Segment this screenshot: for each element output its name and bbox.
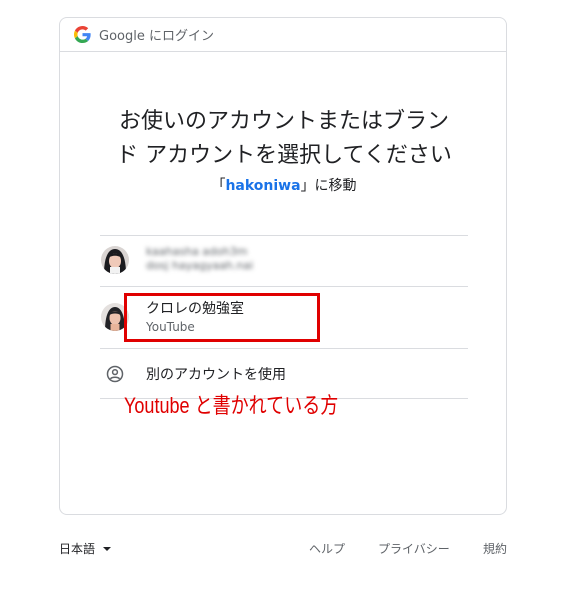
language-label: 日本語 xyxy=(59,542,96,556)
caret-down-icon xyxy=(103,546,112,551)
help-link[interactable]: ヘルプ xyxy=(309,540,345,557)
subtitle-open-bracket: 「 xyxy=(211,178,226,194)
highlight-box xyxy=(124,293,320,342)
avatar xyxy=(101,246,129,274)
login-card: Google にログイン お使いのアカウントまたはブラン ド アカウントを選択し… xyxy=(59,17,507,515)
continue-to-app: 「hakoniwa」に移動 xyxy=(80,175,488,195)
annotation-text: Youtube と書かれている方 xyxy=(124,393,339,418)
terms-link[interactable]: 規約 xyxy=(483,540,507,557)
subtitle-suffix: 」に移動 xyxy=(300,178,357,194)
account-circle-icon xyxy=(106,365,124,383)
header-google-word: Google xyxy=(99,29,145,44)
page-title-line2: ド アカウントを選択してください xyxy=(116,143,452,168)
app-name-link[interactable]: hakoniwa xyxy=(225,178,300,194)
account-name-blurred: kaahasha adoh3m xyxy=(146,245,248,258)
header-suffix: にログイン xyxy=(148,29,214,44)
card-header: Google にログイン xyxy=(60,18,506,52)
account-email-blurred: dosj hayagyaah.nai xyxy=(146,259,254,272)
use-another-account-label: 別のアカウントを使用 xyxy=(146,367,286,383)
account-item-personal[interactable]: kaahasha adoh3m dosj hayagyaah.nai xyxy=(100,235,468,286)
page-title-line1: お使いのアカウントまたはブラン xyxy=(118,109,449,134)
account-info: kaahasha adoh3m dosj hayagyaah.nai xyxy=(146,245,253,273)
page-title: お使いのアカウントまたはブラン ド アカウントを選択してください xyxy=(80,105,488,173)
language-selector[interactable]: 日本語 xyxy=(59,540,112,557)
privacy-link[interactable]: プライバシー xyxy=(378,540,450,557)
google-g-logo-icon xyxy=(74,26,91,43)
header-text: Google にログイン xyxy=(99,25,214,44)
